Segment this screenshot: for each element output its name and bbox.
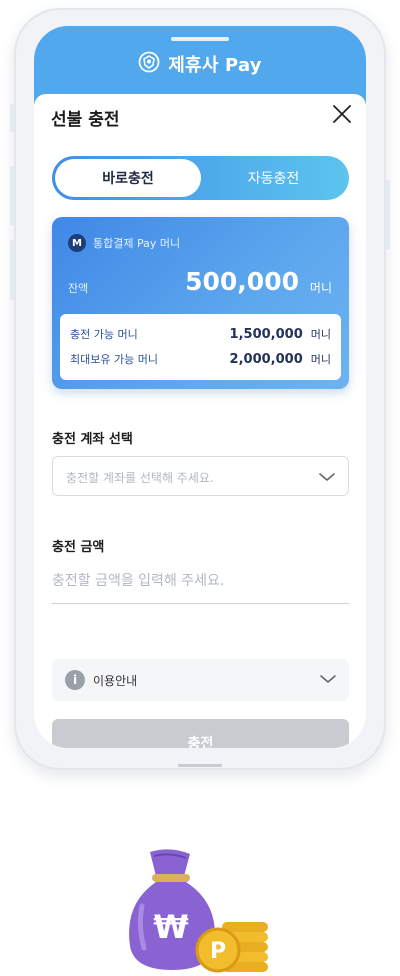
limit-value: 2,000,000 [229,351,303,367]
limit-unit: 머니 [310,328,331,341]
amount-section-label: 충전 금액 [52,540,105,555]
close-icon [333,105,351,123]
account-select[interactable]: 충전할 계좌를 선택해 주세요. [52,456,349,496]
balance-card: M 통합결제 Pay 머니 잔액 500,000 머니 충전 가능 머니 1,5… [52,217,349,389]
charge-mode-toggle: 바로충전 자동충전 [52,156,349,200]
side-button [10,240,15,300]
limit-row-max-holding: 최대보유 가능 머니 2,000,000 머니 [70,351,331,367]
balance-value: 500,000 [185,267,299,296]
tab-instant-charge[interactable]: 바로충전 [55,159,201,197]
balance-unit: 머니 [309,281,332,295]
won-symbol: ₩ [153,908,188,946]
shield-icon [138,51,160,77]
home-indicator [178,764,222,767]
side-button [10,166,15,226]
limit-label: 최대보유 가능 머니 [70,353,158,366]
limit-unit: 머니 [310,353,331,366]
point-symbol: P [210,939,226,964]
money-bag-illustration: ₩ P [118,846,288,976]
usage-guide-label: 이용안내 [93,674,138,688]
limit-row-chargeable: 충전 가능 머니 1,500,000 머니 [70,326,331,342]
charge-button[interactable]: 충전 [52,719,349,748]
account-section-label: 충전 계좌 선택 [52,432,133,447]
card-header: M 통합결제 Pay 머니 [68,234,180,252]
tab-auto-charge[interactable]: 자동충전 [201,159,346,197]
phone-screen: 제휴사 Pay 선불 충전 바로충전 자동충전 M 통합결제 Pay 머니 잔액… [34,26,366,748]
chevron-down-icon [318,469,336,488]
drag-handle [171,37,229,41]
brand-name: 제휴사 Pay [168,55,262,76]
side-button [385,180,390,250]
balance-label: 잔액 [68,282,89,295]
page-title: 선불 충전 [51,110,120,130]
amount-input[interactable] [52,564,349,598]
limits-panel: 충전 가능 머니 1,500,000 머니 최대보유 가능 머니 2,000,0… [60,314,341,380]
limit-value: 1,500,000 [229,326,303,342]
side-button [10,104,15,132]
card-title: 통합결제 Pay 머니 [93,237,181,250]
close-button[interactable] [328,100,356,128]
account-select-placeholder: 충전할 계좌를 선택해 주세요. [66,471,214,485]
limit-label: 충전 가능 머니 [70,328,138,341]
info-icon: i [65,670,85,690]
charge-sheet: 선불 충전 바로충전 자동충전 M 통합결제 Pay 머니 잔액 500,000… [34,94,366,748]
pay-money-icon: M [68,234,86,252]
usage-guide-accordion[interactable]: i 이용안내 [52,659,349,701]
brand-logo: 제휴사 Pay [34,51,366,77]
chevron-down-icon [319,671,337,690]
amount-field [52,564,349,604]
